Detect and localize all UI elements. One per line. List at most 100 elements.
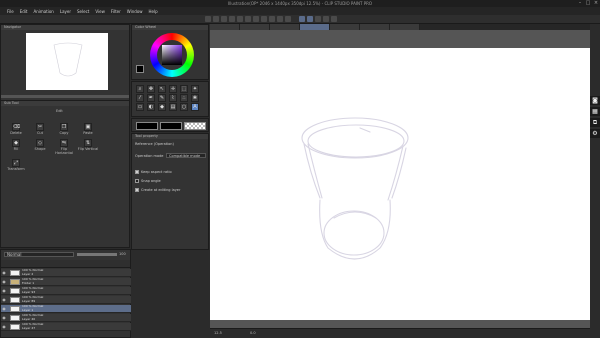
visibility-icon[interactable]: ◉ (1, 297, 7, 303)
menu-animation[interactable]: Animation (33, 9, 53, 14)
shape-item[interactable]: ◇ Shape (29, 139, 51, 155)
navigator-zoom-slider[interactable] (1, 95, 129, 98)
ruler-icon[interactable] (299, 16, 305, 22)
layer-row[interactable]: ◉ 100 % Normal Layer 47 (1, 322, 131, 331)
keep-aspect-checkbox[interactable]: Keep aspect ratio (135, 170, 172, 174)
deselect-icon[interactable] (269, 16, 275, 22)
opacity-value[interactable]: 100 (119, 252, 126, 256)
layer-row[interactable]: ◉ 100 % Normal Layer 40 (1, 313, 131, 322)
pen-tool-icon[interactable]: ✒ (147, 94, 155, 102)
zoom-icon[interactable] (331, 16, 337, 22)
navigator-preview[interactable] (26, 33, 108, 90)
gradient-icon[interactable]: ▤ (169, 103, 177, 111)
close-button[interactable]: × (592, 0, 600, 7)
brush-tool-icon[interactable]: ⌇ (169, 94, 177, 102)
menu-layer[interactable]: Layer (60, 9, 71, 14)
flip-h-item[interactable]: ⇋ Flip Horizontal (53, 139, 75, 155)
menu-window[interactable]: Window (127, 9, 143, 14)
figure-icon[interactable]: ○ (180, 103, 188, 111)
menu-file[interactable]: File (7, 9, 14, 14)
snap-icon[interactable] (307, 16, 313, 22)
visibility-icon[interactable]: ◉ (1, 279, 7, 285)
paste-item[interactable]: ▣ Paste (77, 123, 99, 135)
cut-item[interactable]: ✂ Cut (29, 123, 51, 135)
operation-mode-select[interactable]: Compatible mode (166, 153, 206, 158)
main-color-swatch[interactable] (136, 65, 144, 73)
save-icon[interactable] (221, 16, 227, 22)
main-color-bar[interactable] (136, 122, 158, 130)
new-icon[interactable] (205, 16, 211, 22)
undo-icon[interactable] (229, 16, 235, 22)
sub-color-bar[interactable] (160, 122, 182, 130)
gear-icon[interactable]: ⚙ (590, 129, 600, 138)
shape-icon: ◇ (36, 139, 44, 147)
invert-icon[interactable] (277, 16, 283, 22)
canvas[interactable] (210, 48, 590, 320)
sub-tool-group[interactable]: Edit (56, 109, 63, 113)
copy-item[interactable]: ❐ Copy (53, 123, 75, 135)
menu-help[interactable]: Help (149, 9, 158, 14)
flip-v-item[interactable]: ⇅ Flip Vertical (77, 139, 99, 155)
opacity-slider[interactable] (77, 253, 117, 256)
text-tool-icon[interactable]: A (191, 103, 199, 111)
eyedropper-icon[interactable]: ⁄ (136, 94, 144, 102)
menu-view[interactable]: View (95, 9, 105, 14)
navigator-title: Navigator (1, 25, 129, 30)
snap-angle-checkbox[interactable]: Snap angle (135, 179, 161, 183)
layer-row[interactable]: ◉ 100 % Normal Layer 89 (1, 295, 131, 304)
color-wheel-title: Color Wheel (132, 25, 208, 30)
pencil-tool-icon[interactable]: ✎ (158, 94, 166, 102)
menu-filter[interactable]: Filter (111, 9, 121, 14)
layer-row[interactable]: ◉ 100 % Normal Layer 93 (1, 286, 131, 295)
fill-icon[interactable] (253, 16, 259, 22)
layer-row[interactable]: ◉ 100 % Normal Layer 2 (1, 268, 131, 277)
guide-icon[interactable] (323, 16, 329, 22)
eraser-icon[interactable]: ▭ (136, 103, 144, 111)
layer-toolbar (1, 260, 130, 268)
blend-mode-select[interactable]: Normal (4, 252, 74, 257)
angle-value[interactable]: 0.0 (250, 331, 256, 335)
visibility-icon[interactable]: ◉ (1, 324, 7, 330)
transform-item[interactable]: ⤢ Transform (5, 159, 27, 171)
operation-mode-label: Operation mode (135, 154, 164, 158)
decoration-icon[interactable]: ❀ (191, 94, 199, 102)
clear-icon[interactable] (245, 16, 251, 22)
move-tool-icon[interactable]: ✥ (147, 85, 155, 93)
visibility-icon[interactable]: ◉ (1, 288, 7, 294)
visibility-icon[interactable]: ◉ (1, 315, 7, 321)
saturation-value-square[interactable] (162, 45, 182, 65)
maximize-button[interactable]: □ (584, 0, 592, 7)
menu-select[interactable]: Select (77, 9, 89, 14)
fill-item[interactable]: ◆ Fill (5, 139, 27, 155)
film-icon[interactable]: ▦ (590, 107, 600, 116)
zoom-tool-icon[interactable]: ⌕ (136, 85, 144, 93)
redo-icon[interactable] (237, 16, 243, 22)
menu-edit[interactable]: Edit (20, 9, 28, 14)
layer-row-selected[interactable]: ◉ 100 % Normal Layer 1 (1, 304, 131, 313)
zoom-value[interactable]: 12.5 (214, 331, 222, 335)
minimize-button[interactable]: – (576, 0, 584, 7)
layer-thumbnail (10, 296, 20, 303)
grid-icon[interactable] (315, 16, 321, 22)
sub-tool-panel: Sub Tool Edit ⌫ Delete ✂ Cut ❐ Copy ▣ Paste … (0, 100, 130, 248)
layer-move-icon[interactable]: ✛ (169, 85, 177, 93)
transparent-color-bar[interactable] (184, 122, 206, 130)
operation-tool-icon[interactable]: ↖ (158, 85, 166, 93)
visibility-icon[interactable]: ◉ (1, 306, 7, 312)
visibility-icon[interactable]: ◉ (1, 270, 7, 276)
create-at-layer-checkbox[interactable]: Create at editing layer (135, 188, 180, 192)
transform-icon[interactable] (261, 16, 267, 22)
camera-icon[interactable]: ◙ (590, 96, 600, 105)
open-icon[interactable] (213, 16, 219, 22)
copy-icon: ❐ (60, 123, 68, 131)
fill-tool-icon[interactable]: ◆ (158, 103, 166, 111)
selection-tool-icon[interactable]: ⬚ (180, 85, 188, 93)
crop-icon[interactable] (285, 16, 291, 22)
auto-select-icon[interactable]: ✦ (191, 85, 199, 93)
hue-ring[interactable] (150, 33, 194, 77)
layers-icon[interactable]: ⧉ (590, 118, 600, 127)
delete-item[interactable]: ⌫ Delete (5, 123, 27, 135)
layer-row[interactable]: ◉ 100 % Normal Folder 1 (1, 277, 131, 286)
blend-tool-icon[interactable]: ◐ (147, 103, 155, 111)
airbrush-icon[interactable]: ∴ (180, 94, 188, 102)
